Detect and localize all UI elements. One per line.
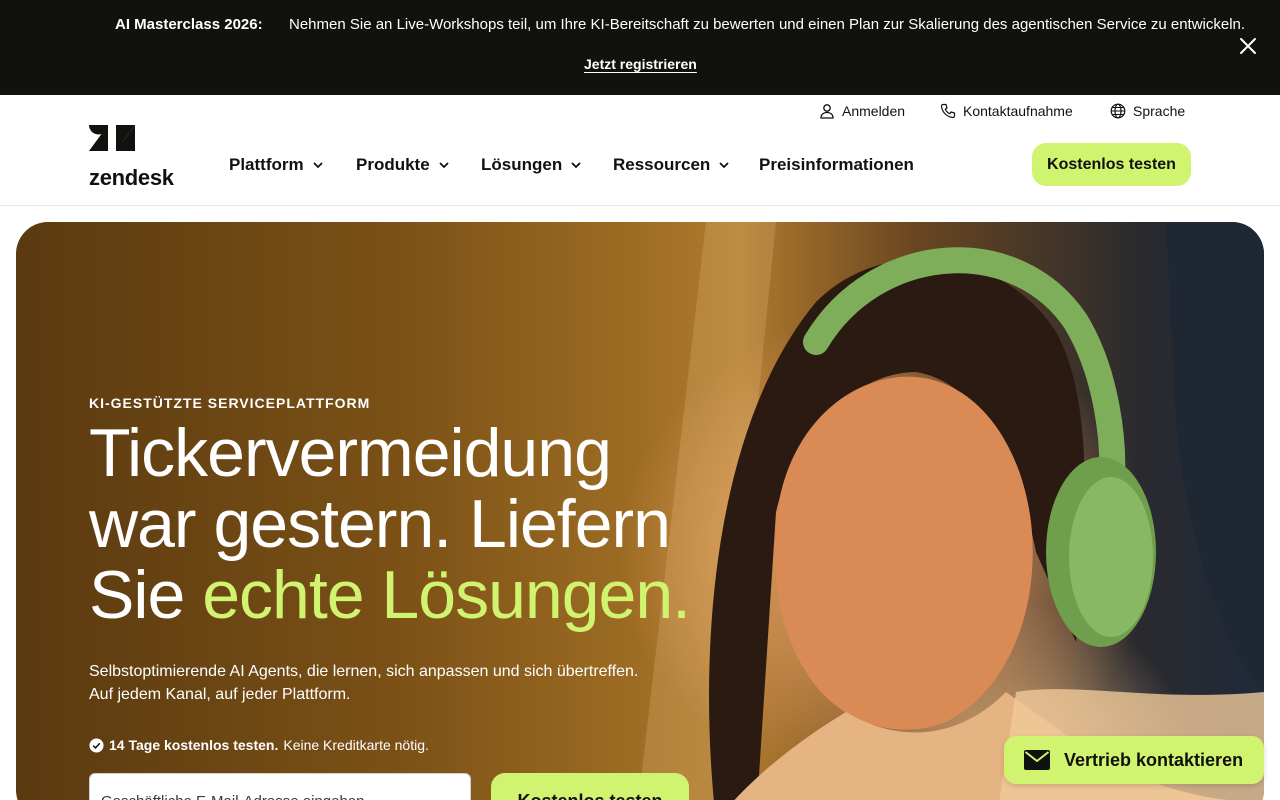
announcement-title: AI Masterclass 2026: [115,16,263,33]
subtitle-line-2: Auf jedem Kanal, auf jeder Plattform. [89,686,351,703]
hero-subtitle: Selbstoptimierende AI Agents, die lernen… [89,660,709,706]
login-label: Anmelden [842,103,906,119]
mail-icon [1024,750,1050,770]
nav-label: Plattform [229,155,304,174]
announcement-bar: AI Masterclass 2026: Nehmen Sie an Live-… [0,0,1280,95]
contact-sales-button[interactable]: Vertrieb kontaktieren [1004,736,1264,784]
language-label: Sprache [1133,103,1186,119]
contact-link[interactable]: Kontaktaufnahme [940,103,1073,119]
site-header: Anmelden Kontaktaufnahme Sprache zendesk… [0,95,1280,206]
free-trial-button[interactable]: Kostenlos testen [1032,143,1191,186]
logo-wordmark: zendesk [89,165,174,190]
nav-preisinformationen[interactable]: Preisinformationen [759,155,914,175]
email-input[interactable] [89,773,471,800]
contact-sales-label: Vertrieb kontaktieren [1064,749,1244,770]
headline-line-3: Sie [89,557,203,633]
hero-section: KI-GESTÜTZTE SERVICEPLATTFORM Tickerverm… [16,222,1264,800]
headline-accent: echte Lösungen. [202,557,691,633]
zendesk-logo[interactable]: zendesk [89,125,175,190]
phone-icon [940,103,956,119]
hero-headline: Tickervermeidung war gestern. Liefern Si… [89,418,789,631]
announcement-message: Nehmen Sie an Live-Workshops teil, um Ih… [289,16,1246,33]
chevron-down-icon [571,162,581,169]
hero-free-trial-button[interactable]: Kostenlos testen [491,773,689,800]
chevron-down-icon [312,162,323,169]
trial-rest: Keine Kreditkarte nötig. [283,737,429,753]
nav-label: Preisinformationen [759,155,914,174]
register-link[interactable]: Jetzt registrieren [584,56,697,72]
nav-label: Produkte [356,155,430,174]
nav-ressourcen[interactable]: Ressourcen [613,155,730,175]
headline-line-1: Tickervermeidung [89,415,612,491]
nav-produkte[interactable]: Produkte [356,155,450,175]
trial-note: 14 Tage kostenlos testen. Keine Kreditka… [89,737,429,753]
trial-bold: 14 Tage kostenlos testen. [109,737,279,753]
login-link[interactable]: Anmelden [819,103,905,119]
nav-loesungen[interactable]: Lösungen [481,155,582,175]
nav-plattform[interactable]: Plattform [229,155,324,175]
nav-label: Lösungen [481,155,563,174]
user-icon [820,104,834,119]
subtitle-line-1: Selbstoptimierende AI Agents, die lernen… [89,663,639,680]
chevron-down-icon [719,162,729,169]
headline-line-2: war gestern. Liefern [89,486,671,562]
contact-label: Kontaktaufnahme [963,103,1073,119]
zendesk-logo-mark [89,125,135,151]
hero-eyebrow: KI-GESTÜTZTE SERVICEPLATTFORM [89,395,371,411]
language-selector[interactable]: Sprache [1110,103,1185,119]
close-icon[interactable] [1236,34,1260,58]
globe-icon [1110,103,1126,119]
chevron-down-icon [439,162,449,169]
checkmark-circle-icon [89,737,104,753]
nav-label: Ressourcen [613,155,711,174]
